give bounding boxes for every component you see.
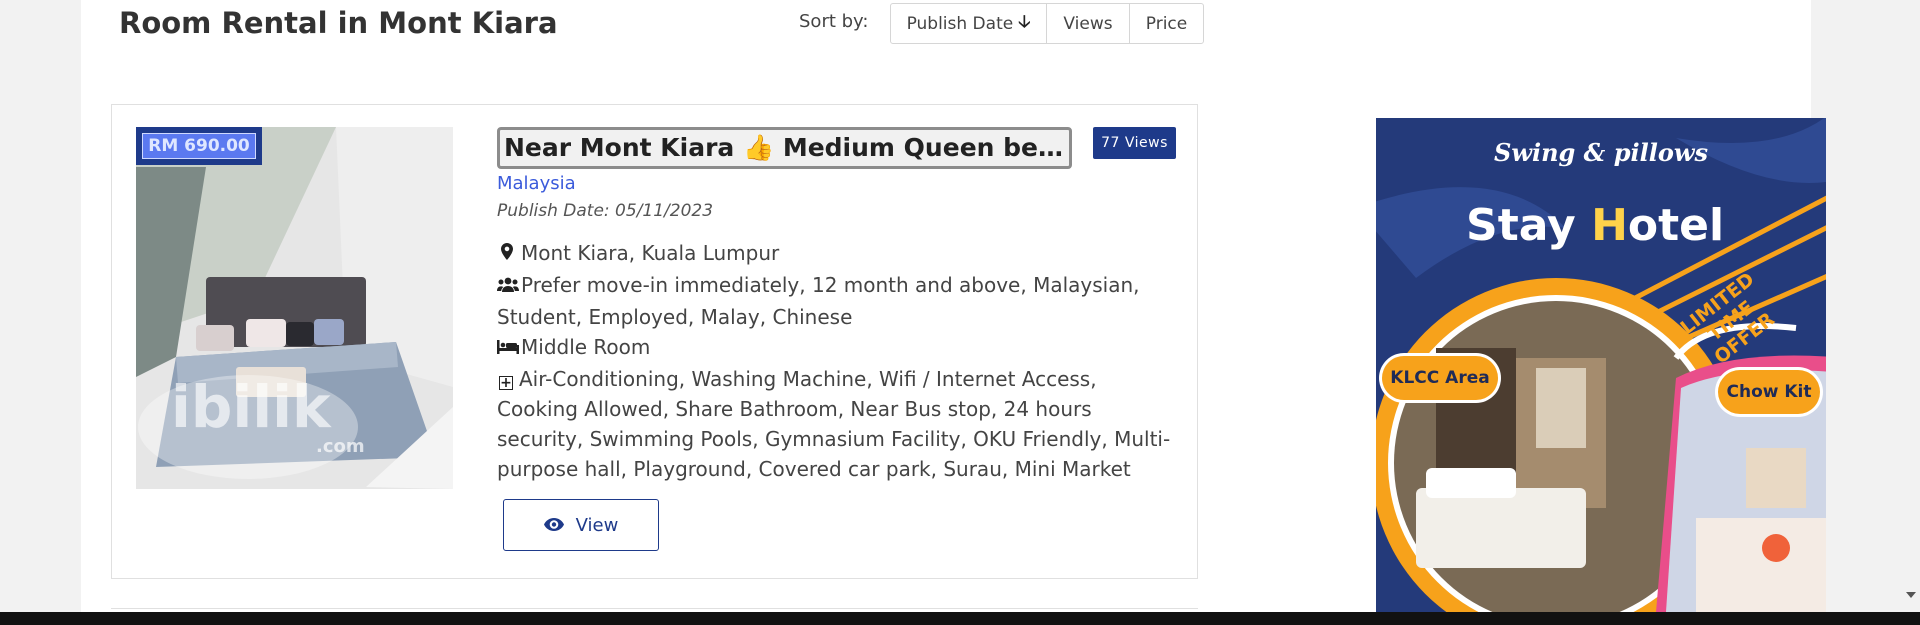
bed-icon [497, 334, 519, 364]
ad-hotel-name: Stay Hotel [1466, 200, 1725, 251]
view-button[interactable]: View [503, 499, 659, 551]
preferences-row: Prefer move-in immediately, 12 month and… [497, 270, 1182, 332]
facilities-row: + Air-Conditioning, Washing Machine, Wifi… [497, 364, 1182, 484]
price-badge: RM 690.00 [136, 127, 262, 165]
listing-card: ibilik .com RM 690.00 Near Mont Kiara 👍 … [111, 104, 1198, 579]
preferences-text: Prefer move-in immediately, 12 month and… [497, 273, 1140, 329]
sort-publish-date-label: Publish Date [906, 13, 1014, 34]
sort-views-button[interactable]: Views [1047, 4, 1130, 43]
sort-button-group: Publish Date 🡣 Views Price [890, 3, 1204, 44]
plus-square-icon: + [499, 375, 513, 391]
advertisement-banner[interactable]: Swing & pillows Stay Hotel LIMITED TIME OF… [1376, 118, 1826, 612]
publish-date: Publish Date: 05/11/2023 [497, 201, 714, 221]
sort-price-button[interactable]: Price [1130, 4, 1203, 43]
room-type-text: Middle Room [521, 335, 651, 359]
sort-price-label: Price [1145, 13, 1188, 34]
ad-brand: Swing & pillows [1493, 138, 1709, 167]
eye-icon [543, 515, 564, 536]
main-content: Room Rental in Mont Kiara Sort by: Publi… [81, 0, 1826, 612]
vertical-scrollbar[interactable] [1903, 0, 1920, 612]
country-link[interactable]: Malaysia [497, 173, 576, 194]
views-badge: 77 Views [1093, 127, 1176, 159]
map-marker-icon [497, 240, 517, 270]
room-photo[interactable]: ibilik .com RM 690.00 [136, 127, 453, 489]
sort-publish-date-button[interactable]: Publish Date 🡣 [891, 4, 1047, 43]
facilities-text: Air-Conditioning, Washing Machine, Wifi … [497, 367, 1171, 481]
location-text: Mont Kiara, Kuala Lumpur [521, 241, 780, 265]
listing-details: Mont Kiara, Kuala Lumpur Prefer move-in … [497, 238, 1182, 484]
room-type-row: Middle Room [497, 332, 1182, 364]
svg-text:.com: .com [316, 436, 365, 457]
location-row: Mont Kiara, Kuala Lumpur [497, 238, 1182, 270]
view-button-label: View [575, 514, 619, 536]
ad-pill-klcc: KLCC Area [1382, 356, 1498, 400]
arrow-down-icon: 🡣 [1018, 12, 1031, 32]
scroll-down-arrow-icon[interactable] [1906, 592, 1916, 598]
taskbar-edge [0, 612, 1920, 625]
sort-views-label: Views [1063, 13, 1113, 34]
page-title: Room Rental in Mont Kiara [119, 6, 558, 40]
watermark-text: ibilik [171, 373, 332, 441]
sort-label: Sort by: [799, 11, 869, 32]
listing-title-link[interactable]: Near Mont Kiara 👍 Medium Queen bedroom [497, 127, 1072, 169]
price-text: RM 690.00 [142, 133, 256, 159]
ad-pill-chow-kit: Chow Kit [1718, 370, 1820, 414]
users-icon [497, 272, 519, 302]
bedroom-image: ibilik .com [136, 127, 453, 489]
